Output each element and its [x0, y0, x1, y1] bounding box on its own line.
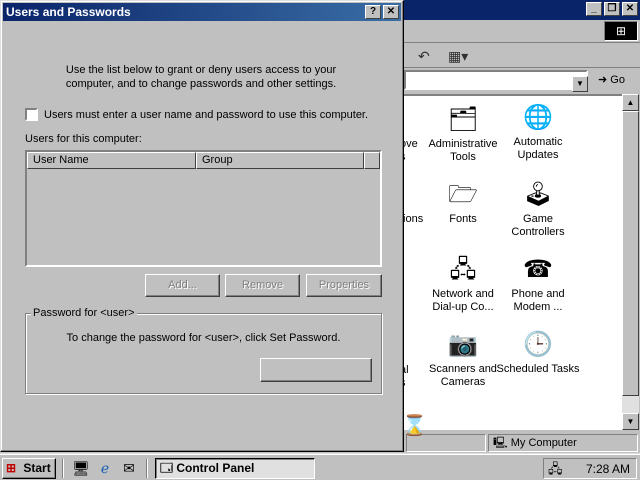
- password-groupbox: Password for <user> To change the passwo…: [25, 306, 382, 394]
- fonts-icon: 🗁: [448, 181, 478, 208]
- windows-flag-icon: ⊞: [6, 461, 17, 475]
- item-fonts[interactable]: 🗁 Fonts: [420, 179, 506, 226]
- users-list-body[interactable]: [27, 169, 380, 265]
- item-network-dialup[interactable]: 🖧 Network and Dial-up Co...: [420, 254, 506, 314]
- minimize-button[interactable]: _: [586, 2, 602, 16]
- partial-item-label: als: [404, 364, 409, 389]
- start-label: Start: [23, 461, 51, 475]
- item-scanners-cameras[interactable]: 📷 Scanners and Cameras: [420, 329, 506, 389]
- go-button[interactable]: ➜ Go: [598, 71, 636, 89]
- require-login-label[interactable]: Users must enter a user name and passwor…: [44, 109, 368, 121]
- password-group-title: Password for <user>: [31, 306, 137, 320]
- go-arrow-icon: ➜: [598, 74, 608, 86]
- undo-icon[interactable]: ↶: [418, 47, 430, 65]
- status-bar: 🖳 My Computer: [404, 432, 640, 454]
- vertical-scrollbar[interactable]: ▲ ▼: [622, 94, 639, 430]
- scheduled-tasks-icon: 🕒: [523, 331, 553, 358]
- users-list[interactable]: User Name Group: [25, 150, 382, 267]
- network-tray-icon[interactable]: 🖧: [548, 460, 563, 477]
- taskbar: ⊞ Start 🖥 ℯ ✉ 🗔 Control Panel 🖧 7:28 AM: [0, 454, 640, 480]
- add-user-button[interactable]: Add...: [145, 274, 220, 297]
- close-window-button[interactable]: ✕: [622, 2, 638, 16]
- address-bar: ▼ ➜ Go: [404, 68, 640, 94]
- hourglass-cursor-icon: ⌛: [402, 415, 427, 437]
- control-panel-items: oves tions als 🗂 Administrative Tools 🌐 …: [404, 94, 622, 430]
- item-scheduled-tasks[interactable]: 🕒 Scheduled Tasks: [495, 329, 581, 376]
- automatic-updates-icon: 🌐: [523, 104, 553, 131]
- go-label: Go: [610, 74, 625, 86]
- require-login-row[interactable]: Users must enter a user name and passwor…: [25, 108, 368, 121]
- system-tray: 🖧 7:28 AM: [543, 458, 637, 479]
- help-button[interactable]: ?: [365, 5, 381, 19]
- item-automatic-updates[interactable]: 🌐 Automatic Updates: [495, 102, 581, 162]
- dialog-title: Users and Passwords: [6, 5, 131, 19]
- item-administrative-tools[interactable]: 🗂 Administrative Tools: [420, 104, 506, 164]
- views-icon[interactable]: ▦▾: [448, 47, 468, 65]
- taskbar-separator: [146, 459, 148, 478]
- properties-button[interactable]: Properties: [306, 274, 382, 297]
- address-input[interactable]: ▼: [404, 70, 588, 92]
- item-phone-modem[interactable]: ☎ Phone and Modem ...: [495, 254, 581, 314]
- administrative-tools-icon: 🗂: [447, 106, 479, 133]
- task-control-panel[interactable]: 🗔 Control Panel: [155, 458, 315, 479]
- users-list-label: Users for this computer:: [25, 133, 142, 145]
- start-button[interactable]: ⊞ Start: [2, 458, 56, 479]
- menu-bar: ⊞: [404, 20, 640, 43]
- my-computer-icon: 🖳: [493, 437, 508, 449]
- column-filler: [364, 152, 380, 169]
- scroll-down-icon[interactable]: ▼: [622, 413, 639, 430]
- scroll-thumb[interactable]: [622, 111, 639, 396]
- taskbar-separator: [62, 459, 64, 478]
- intro-text: Use the list below to grant or deny user…: [65, 64, 337, 90]
- phone-modem-icon: ☎: [523, 256, 553, 283]
- internet-explorer-icon[interactable]: ℯ: [96, 460, 114, 476]
- users-list-header: User Name Group: [27, 152, 380, 169]
- dialog-titlebar[interactable]: Users and Passwords ? ✕: [3, 3, 401, 21]
- set-password-button[interactable]: [260, 358, 372, 382]
- clock[interactable]: 7:28 AM: [586, 461, 630, 477]
- column-group[interactable]: Group: [196, 152, 364, 169]
- status-zone: 🖳 My Computer: [488, 434, 638, 452]
- game-controllers-icon: 🕹: [522, 181, 554, 208]
- scanners-cameras-icon: 📷: [448, 331, 478, 358]
- scroll-up-icon[interactable]: ▲: [622, 94, 639, 111]
- network-dialup-icon: 🖧: [449, 256, 477, 283]
- column-user-name[interactable]: User Name: [27, 152, 196, 169]
- windows-logo-icon: ⊞: [604, 21, 638, 41]
- toolbar: ↶ ▦▾: [404, 44, 640, 68]
- outlook-express-icon[interactable]: ✉: [120, 460, 138, 476]
- show-desktop-icon[interactable]: 🖥: [72, 460, 90, 476]
- maximize-button[interactable]: ❐: [604, 2, 620, 16]
- remove-user-button[interactable]: Remove: [225, 274, 300, 297]
- users-and-passwords-dialog: Users and Passwords ? ✕ Use the list bel…: [0, 0, 404, 452]
- control-panel-icon: 🗔: [160, 461, 174, 475]
- require-login-checkbox[interactable]: [25, 108, 38, 121]
- dialog-close-button[interactable]: ✕: [383, 5, 399, 19]
- password-instructions: To change the password for <user>, click…: [66, 332, 341, 344]
- item-game-controllers[interactable]: 🕹 Game Controllers: [495, 179, 581, 239]
- partial-item-label: oves: [404, 138, 418, 163]
- address-dropdown-icon[interactable]: ▼: [572, 76, 588, 92]
